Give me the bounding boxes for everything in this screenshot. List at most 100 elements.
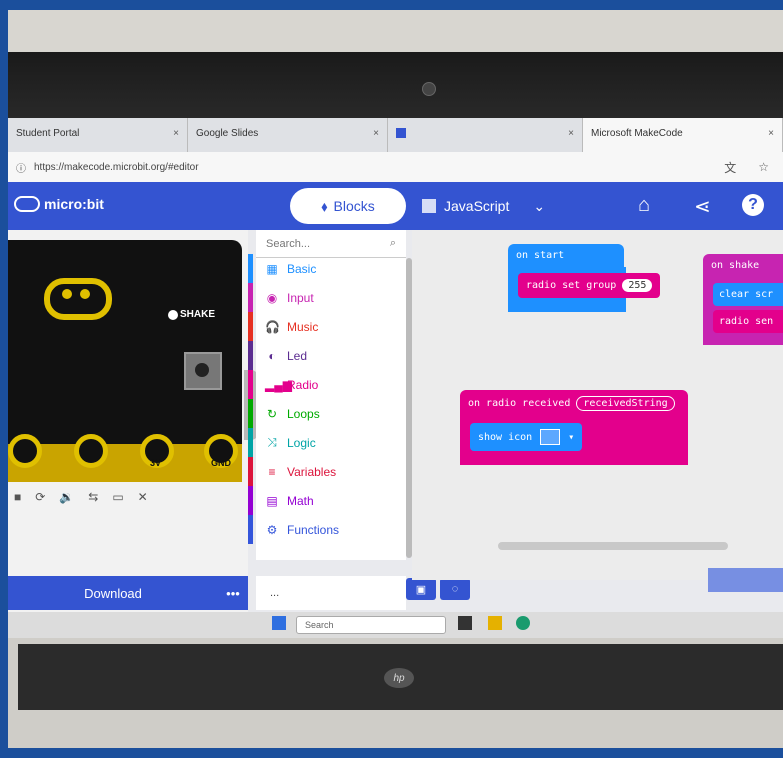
browser-tab-strip: Student Portal × Google Slides × × Microso… (8, 118, 783, 152)
loop-icon: ↻ (266, 406, 278, 421)
mute-icon[interactable]: 🔉 (59, 490, 74, 512)
toolbox-category-music[interactable]: 🎧 Music (248, 312, 398, 341)
share-icon[interactable]: ⋖ (694, 194, 711, 219)
search-icon[interactable]: ⌕ (390, 237, 396, 250)
javascript-button[interactable]: JavaScript ⌄ (418, 188, 558, 224)
close-icon[interactable]: × (373, 128, 379, 152)
calculator-icon: ▤ (266, 493, 278, 508)
close-icon[interactable]: × (173, 128, 179, 152)
toolbox-category-label: Functions (287, 522, 340, 537)
toolbox-category-label: Radio (287, 377, 319, 392)
project-name-input[interactable]: ... (256, 576, 406, 610)
save-icon[interactable]: ▣ (406, 578, 436, 600)
tab-makecode[interactable]: Microsoft MakeCode × (583, 118, 783, 152)
toolbox-category-label: Loops (287, 406, 320, 421)
pin-label: GND (211, 458, 231, 468)
task-view-icon[interactable] (458, 616, 472, 630)
toolbox-category-label: Input (287, 290, 314, 305)
zoom-controls[interactable] (708, 568, 783, 592)
blocks-button[interactable]: ⬧ Blocks (290, 188, 406, 224)
laptop-lid (8, 52, 783, 122)
shake-label: SHAKE (180, 309, 216, 320)
taskbar-search-input[interactable]: Search (296, 616, 446, 634)
chevron-down-icon[interactable]: ⌄ (533, 198, 545, 215)
radio-send-block[interactable]: radio sen (713, 310, 783, 333)
tab-student-portal[interactable]: Student Portal × (8, 118, 188, 152)
tab-google-slides[interactable]: Google Slides × (188, 118, 388, 152)
workspace-horizontal-scrollbar[interactable] (498, 542, 728, 550)
pin-0[interactable] (8, 434, 42, 468)
eye-left (62, 289, 72, 299)
received-string-variable[interactable]: receivedString (576, 396, 675, 411)
show-icon-block[interactable]: show icon ▾ (470, 423, 583, 451)
favicon-icon (396, 128, 406, 138)
toolbox-category-label: Variables (287, 464, 337, 479)
toolbox-category-basic[interactable]: ▦ Basic (248, 254, 398, 283)
chevron-down-icon[interactable]: ▾ (568, 432, 574, 443)
toolbox-category-led[interactable]: ◐ Led (248, 341, 398, 370)
pin-label: 3V (150, 458, 162, 468)
more-icon[interactable]: ••• (218, 586, 248, 601)
toolbox-category-loops[interactable]: ↻ Loops (248, 399, 398, 428)
edge-browser-icon[interactable] (516, 616, 530, 630)
help-icon[interactable]: ? (742, 194, 764, 216)
toolbox-category-label: Logic (287, 435, 316, 450)
slowmo-icon[interactable]: ⇆ (88, 490, 98, 512)
fullscreen-icon[interactable]: ▭ (112, 490, 123, 512)
close-icon[interactable]: × (568, 128, 574, 152)
toolbox-category-logic[interactable]: ⤨ Logic (248, 428, 398, 457)
microbit-logo-icon (14, 196, 40, 212)
toolbox-category-math[interactable]: ▤ Math (248, 486, 398, 515)
download-button[interactable]: Download ••• (8, 576, 248, 610)
toolbox-category-radio[interactable]: ▂▄▆ Radio (248, 370, 398, 399)
microbit-logo[interactable]: micro:bit (14, 196, 104, 212)
close-icon[interactable]: × (768, 128, 774, 152)
info-icon[interactable]: ⓘ (16, 160, 26, 175)
webcam (422, 82, 436, 96)
github-icon[interactable]: ◌ (440, 578, 470, 600)
code-icon (422, 199, 436, 213)
group-value[interactable]: 255 (622, 279, 653, 292)
address-bar[interactable]: ⓘ https://makecode.microbit.org/#editor … (8, 152, 783, 182)
on-shake-block[interactable]: on shake clear scr radio sen (703, 254, 783, 345)
headphones-icon: 🎧 (265, 319, 280, 334)
tab-unknown[interactable]: × (388, 118, 583, 152)
toolbox-category-label: Basic (287, 261, 317, 276)
toggle-icon: ◐ (268, 348, 276, 363)
close-sim-icon[interactable]: ✕ (138, 490, 148, 512)
simulator-controls: ■ ⟳ 🔉 ⇆ ▭ ✕ (8, 490, 248, 512)
pin-1[interactable] (74, 434, 108, 468)
stop-icon[interactable]: ■ (14, 490, 21, 512)
toolbox-category-variables[interactable]: ≡ Variables (248, 457, 398, 486)
radio-set-group-block[interactable]: radio set group 255 (518, 273, 661, 298)
toolbox-category-functions[interactable]: ⚙ Functions (248, 515, 398, 544)
shake-indicator-icon[interactable] (168, 310, 178, 320)
signal-icon: ▂▄▆ (265, 377, 292, 392)
restart-icon[interactable]: ⟳ (35, 490, 45, 512)
url-text[interactable]: https://makecode.microbit.org/#editor (34, 162, 716, 173)
home-icon[interactable]: ⌂ (638, 194, 650, 217)
toolbox-category-label: Math (287, 493, 314, 508)
hp-logo-icon: hp (384, 668, 414, 688)
button-a-logo[interactable] (44, 278, 112, 320)
button-b-cap (195, 363, 209, 377)
toolbox-category-label: Led (287, 348, 308, 363)
button-b[interactable] (184, 352, 222, 390)
clear-screen-block[interactable]: clear scr (713, 283, 783, 306)
windows-start-icon[interactable] (272, 616, 286, 630)
on-start-block[interactable]: on start radio set group 255 (508, 244, 661, 312)
puzzle-icon: ⬧ (321, 197, 328, 214)
list-icon: ≡ (268, 464, 276, 479)
input-icon: ◉ (266, 290, 278, 305)
translate-icon[interactable]: 文 (724, 159, 736, 176)
toolbox-category-input[interactable]: ◉ Input (248, 283, 398, 312)
shuffle-icon: ⤨ (267, 435, 277, 449)
eye-right (80, 289, 90, 299)
heart-icon[interactable] (540, 429, 561, 445)
functions-icon: ⚙ (266, 522, 278, 537)
on-radio-received-block[interactable]: on radio received receivedString show ico… (460, 390, 688, 465)
grid-icon: ▦ (266, 261, 278, 276)
star-icon[interactable]: ☆ (758, 160, 769, 174)
toolbox-category-label: Music (287, 319, 319, 334)
file-explorer-icon[interactable] (488, 616, 502, 630)
